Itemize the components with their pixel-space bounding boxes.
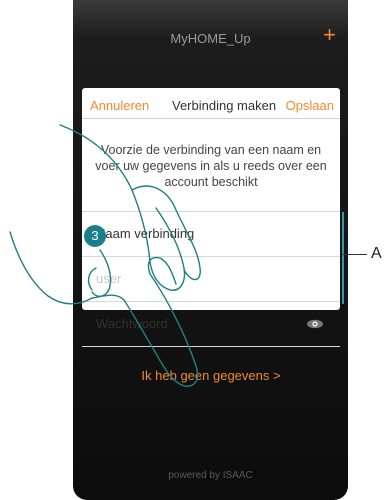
hand-illustration — [9, 124, 201, 387]
step-badge: 3 — [84, 225, 106, 247]
